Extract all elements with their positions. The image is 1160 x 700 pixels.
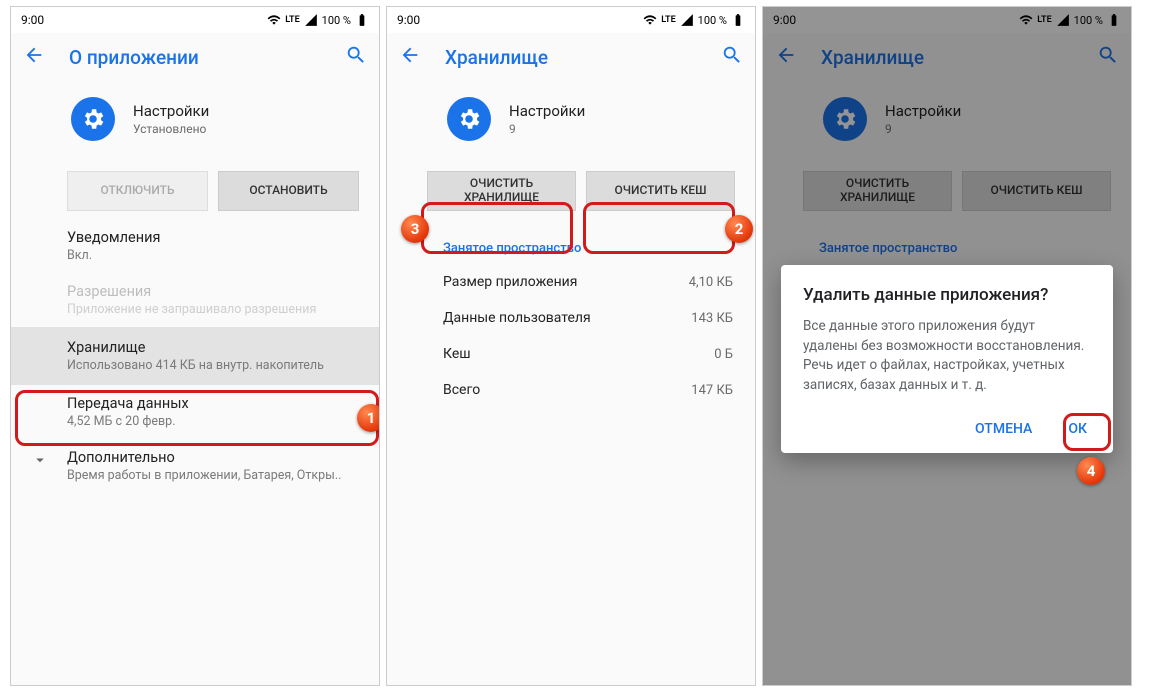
app-name: Настройки [509, 102, 585, 120]
search-icon[interactable] [345, 44, 367, 70]
row-total: Всего 147 КБ [387, 372, 755, 408]
disable-button: ОТКЛЮЧИТЬ [67, 171, 208, 211]
page-title: Хранилище [445, 46, 548, 69]
back-icon[interactable] [23, 44, 45, 70]
confirm-dialog: Удалить данные приложения? Все данные эт… [781, 265, 1113, 453]
data-usage-title: Передача данных [67, 395, 359, 412]
screen-storage-dialog: 9:00 LTE 100 % Хранилище Настройки 9 [762, 6, 1132, 686]
dialog-cancel-button[interactable]: ОТМЕНА [971, 415, 1036, 443]
total-value: 147 КБ [691, 383, 733, 398]
cache-value: 0 Б [714, 347, 733, 362]
app-size-label: Размер приложения [443, 274, 577, 290]
app-name: Настройки [133, 102, 209, 120]
page-title: О приложении [69, 46, 199, 69]
battery-pct: 100 % [322, 14, 351, 27]
notifications-sub: Вкл. [67, 248, 359, 263]
notifications-item[interactable]: Уведомления Вкл. [11, 219, 379, 273]
battery-pct: 100 % [698, 14, 727, 27]
status-icons: LTE 100 % [267, 13, 369, 27]
status-time: 9:00 [21, 13, 44, 27]
notifications-title: Уведомления [67, 229, 359, 246]
permissions-sub: Приложение не запрашивало разрешения [67, 302, 359, 317]
signal-icon [680, 13, 694, 27]
app-status: Установлено [133, 122, 209, 136]
permissions-title: Разрешения [67, 283, 359, 300]
status-time: 9:00 [397, 13, 420, 27]
total-label: Всего [443, 382, 480, 398]
advanced-item[interactable]: Дополнительно Время работы в приложении,… [11, 439, 379, 493]
app-size-value: 4,10 КБ [689, 275, 733, 290]
permissions-item: Разрешения Приложение не запрашивало раз… [11, 273, 379, 327]
row-app-size: Размер приложения 4,10 КБ [387, 264, 755, 300]
clear-cache-button[interactable]: ОЧИСТИТЬ КЕШ [586, 171, 735, 211]
screen-app-info: 9:00 LTE 100 % О приложении Настройки Ус… [10, 6, 380, 686]
user-data-value: 143 КБ [691, 311, 733, 326]
storage-sub: Использовано 414 КБ на внутр. накопитель [67, 358, 359, 373]
section-header-space: Занятое пространство [387, 219, 755, 264]
back-icon[interactable] [399, 44, 421, 70]
network-label: LTE [661, 15, 675, 25]
dialog-title: Удалить данные приложения? [803, 285, 1091, 305]
advanced-title: Дополнительно [67, 449, 341, 466]
row-user-data: Данные пользователя 143 КБ [387, 300, 755, 336]
storage-title: Хранилище [67, 339, 359, 356]
screen-storage: 9:00 LTE 100 % Хранилище Настройки 9 [386, 6, 756, 686]
app-bar: О приложении [11, 33, 379, 81]
settings-app-icon [447, 97, 491, 141]
data-usage-item[interactable]: Передача данных 4,52 МБ с 20 февр. [11, 385, 379, 439]
battery-icon [355, 13, 369, 27]
app-header: Настройки Установлено [11, 81, 379, 157]
network-label: LTE [285, 15, 299, 25]
row-cache: Кеш 0 Б [387, 336, 755, 372]
user-data-label: Данные пользователя [443, 310, 591, 326]
force-stop-button[interactable]: ОСТАНОВИТЬ [218, 171, 359, 211]
battery-icon [731, 13, 745, 27]
status-bar: 9:00 LTE 100 % [387, 7, 755, 33]
wifi-icon [267, 13, 281, 27]
status-bar: 9:00 LTE 100 % [11, 7, 379, 33]
clear-storage-button[interactable]: ОЧИСТИТЬ ХРАНИЛИЩЕ [427, 171, 576, 211]
chevron-down-icon [29, 449, 51, 469]
signal-icon [304, 13, 318, 27]
dialog-body: Все данные этого приложения будут удален… [803, 317, 1091, 395]
data-usage-sub: 4,52 МБ с 20 февр. [67, 414, 359, 429]
status-icons: LTE 100 % [643, 13, 745, 27]
search-icon[interactable] [721, 44, 743, 70]
cache-label: Кеш [443, 346, 471, 362]
wifi-icon [643, 13, 657, 27]
settings-app-icon [71, 97, 115, 141]
dialog-ok-button[interactable]: ОК [1064, 415, 1091, 443]
app-bar: Хранилище [387, 33, 755, 81]
storage-item[interactable]: Хранилище Использовано 414 КБ на внутр. … [11, 327, 379, 385]
app-version: 9 [509, 122, 585, 136]
advanced-sub: Время работы в приложении, Батарея, Откр… [67, 468, 341, 483]
app-header: Настройки 9 [387, 81, 755, 157]
